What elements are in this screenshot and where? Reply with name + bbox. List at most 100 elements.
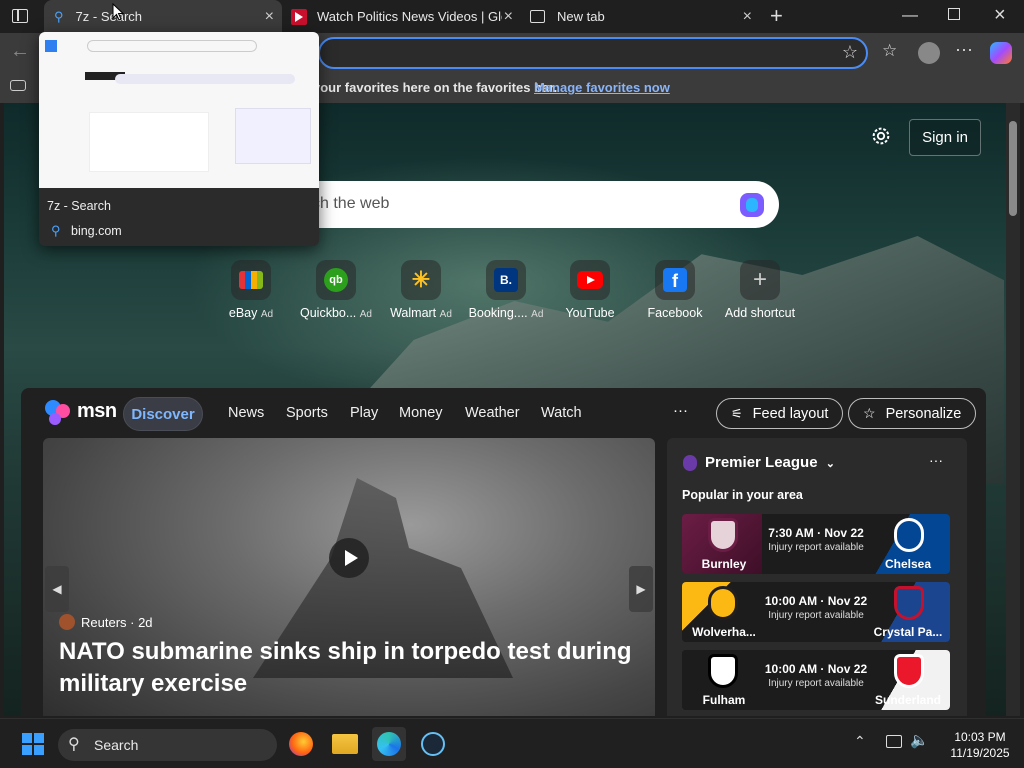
network-icon[interactable] (886, 735, 902, 748)
settings-gear-icon[interactable] (870, 125, 892, 147)
minimize-icon[interactable]: — (902, 7, 918, 25)
reading-view-icon[interactable] (10, 80, 26, 91)
copilot-icon[interactable] (990, 42, 1012, 64)
ad-label: Ad (260, 309, 274, 320)
close-icon[interactable]: × (743, 8, 752, 26)
tab-watch[interactable]: Watch (541, 405, 582, 421)
hero-article[interactable]: ◀ ▶ Reuters · 2d NATO submarine sinks sh… (43, 438, 655, 716)
carousel-next-button[interactable]: ▶ (629, 566, 653, 612)
back-icon[interactable]: ← (10, 40, 30, 63)
booking-icon: B. (486, 260, 526, 300)
volume-icon[interactable]: 🔈 (910, 731, 929, 749)
league-title[interactable]: Premier League ⌄ (705, 454, 835, 471)
favorites-bar-text: your favorites here on the favorites bar… (313, 80, 558, 95)
match-row[interactable]: 10:00 AM · Nov 22 Injury report availabl… (682, 650, 950, 710)
tab-label: 7z - Search (75, 9, 143, 24)
close-window-icon[interactable]: × (994, 4, 1006, 27)
shortcut-ebay[interactable]: eBay Ad (206, 260, 296, 320)
tab-money[interactable]: Money (399, 405, 443, 421)
sparkle-star-icon: ☆ (863, 405, 876, 421)
source-label: Reuters · 2d (81, 614, 153, 630)
sliders-icon: ⚟ (731, 405, 743, 421)
more-menu-icon[interactable]: ··· (955, 39, 973, 60)
tab-news[interactable]: News (228, 405, 264, 421)
match-time: 7:30 AM · Nov 22 (768, 526, 864, 540)
more-options-icon[interactable]: ··· (673, 402, 688, 419)
home-team-name: Wolverha... (692, 625, 756, 639)
chelsea-crest-icon (894, 518, 924, 552)
windows-start-icon[interactable] (16, 727, 50, 761)
tab-new-tab[interactable]: New tab × (522, 0, 760, 33)
windows-taskbar: ⚲ Search ⌃ 🔈 10:03 PM 11/19/2025 (0, 718, 1024, 768)
file-explorer-icon[interactable] (328, 727, 362, 761)
shortcut-label: eBay (228, 306, 258, 320)
show-hidden-icons-chevron[interactable]: ⌃ (854, 733, 866, 750)
clock-date: 11/19/2025 (950, 746, 1010, 760)
youtube-icon (570, 260, 610, 300)
close-icon[interactable]: × (265, 8, 274, 26)
match-info: 10:00 AM · Nov 22 Injury report availabl… (752, 662, 880, 689)
new-tab-plus-icon[interactable]: + (770, 3, 783, 29)
favorite-star-icon[interactable]: ☆ (842, 42, 858, 63)
shortcut-booking[interactable]: B. Booking.... Ad (461, 260, 551, 320)
tab-weather[interactable]: Weather (465, 405, 520, 421)
shortcut-label: Booking.... (468, 306, 528, 320)
facebook-icon: f (655, 260, 695, 300)
match-time: 10:00 AM · Nov 22 (764, 662, 868, 676)
tab-actions-icon[interactable] (12, 9, 28, 23)
article-source: Reuters · 2d (59, 614, 153, 630)
tab-7z-search[interactable]: ⚲ 7z - Search × (44, 0, 282, 33)
shortcut-add[interactable]: + Add shortcut (715, 260, 805, 320)
restore-icon[interactable] (948, 8, 960, 20)
plus-icon: + (740, 260, 780, 300)
personalize-button[interactable]: ☆ Personalize (848, 398, 977, 429)
carousel-prev-button[interactable]: ◀ (45, 566, 69, 612)
tab-preview-thumbnail (39, 32, 319, 188)
shortcut-label: YouTube (565, 306, 615, 320)
copilot-search-icon[interactable] (737, 190, 767, 220)
home-team-name: Fulham (702, 693, 746, 707)
search-placeholder: ch the web (312, 195, 390, 212)
taskbar-search[interactable]: ⚲ Search (58, 729, 277, 761)
walmart-icon: ✳ (401, 260, 441, 300)
page-scrollbar[interactable] (1006, 103, 1020, 716)
address-bar[interactable]: ☆ (318, 37, 868, 69)
card-more-icon[interactable]: ··· (929, 452, 943, 468)
tab-discover[interactable]: Discover (123, 397, 203, 431)
system-clock[interactable]: 10:03 PM 11/19/2025 (944, 729, 1016, 761)
bing-search-icon: ⚲ (54, 8, 64, 24)
shortcut-facebook[interactable]: f Facebook (630, 260, 720, 320)
feed-layout-button[interactable]: ⚟ Feed layout (716, 398, 844, 429)
wolves-crest-icon (708, 586, 738, 620)
scrollbar-thumb[interactable] (1009, 121, 1017, 216)
firefox-icon[interactable] (284, 727, 318, 761)
match-row[interactable]: 10:00 AM · Nov 22 Injury report availabl… (682, 582, 950, 642)
tab-global-news[interactable]: Watch Politics News Videos | Glo × (283, 0, 521, 33)
away-team-name: Crystal Pa... (873, 625, 943, 639)
tab-sports[interactable]: Sports (286, 405, 328, 421)
play-video-button[interactable] (329, 538, 369, 578)
shortcut-label: Facebook (647, 306, 703, 320)
shortcut-label: Quickbo... (300, 306, 357, 320)
steam-icon[interactable] (416, 727, 450, 761)
match-info: 7:30 AM · Nov 22 Injury report available (752, 526, 880, 553)
shortcut-quickbooks[interactable]: qb Quickbo... Ad (291, 260, 381, 320)
article-headline[interactable]: NATO submarine sinks ship in torpedo tes… (59, 636, 639, 700)
shortcut-youtube[interactable]: YouTube (545, 260, 635, 320)
clock-time: 10:03 PM (954, 730, 1006, 744)
premier-league-icon (683, 455, 697, 471)
burnley-crest-icon (708, 518, 738, 552)
shortcut-label: Walmart (390, 306, 437, 320)
sign-in-button[interactable]: Sign in (909, 119, 981, 156)
shortcut-walmart[interactable]: ✳ Walmart Ad (376, 260, 466, 320)
manage-favorites-link[interactable]: Manage favorites now (534, 80, 670, 95)
edge-browser-icon[interactable] (372, 727, 406, 761)
favorites-icon[interactable]: ☆ (882, 41, 897, 61)
match-row[interactable]: 7:30 AM · Nov 22 Injury report available… (682, 514, 950, 574)
ad-label: Ad (359, 309, 372, 320)
close-icon[interactable]: × (504, 8, 513, 26)
quickbooks-icon: qb (316, 260, 356, 300)
tab-play[interactable]: Play (350, 405, 378, 421)
away-team-name: Chelsea (884, 557, 932, 571)
profile-avatar[interactable] (918, 42, 940, 64)
